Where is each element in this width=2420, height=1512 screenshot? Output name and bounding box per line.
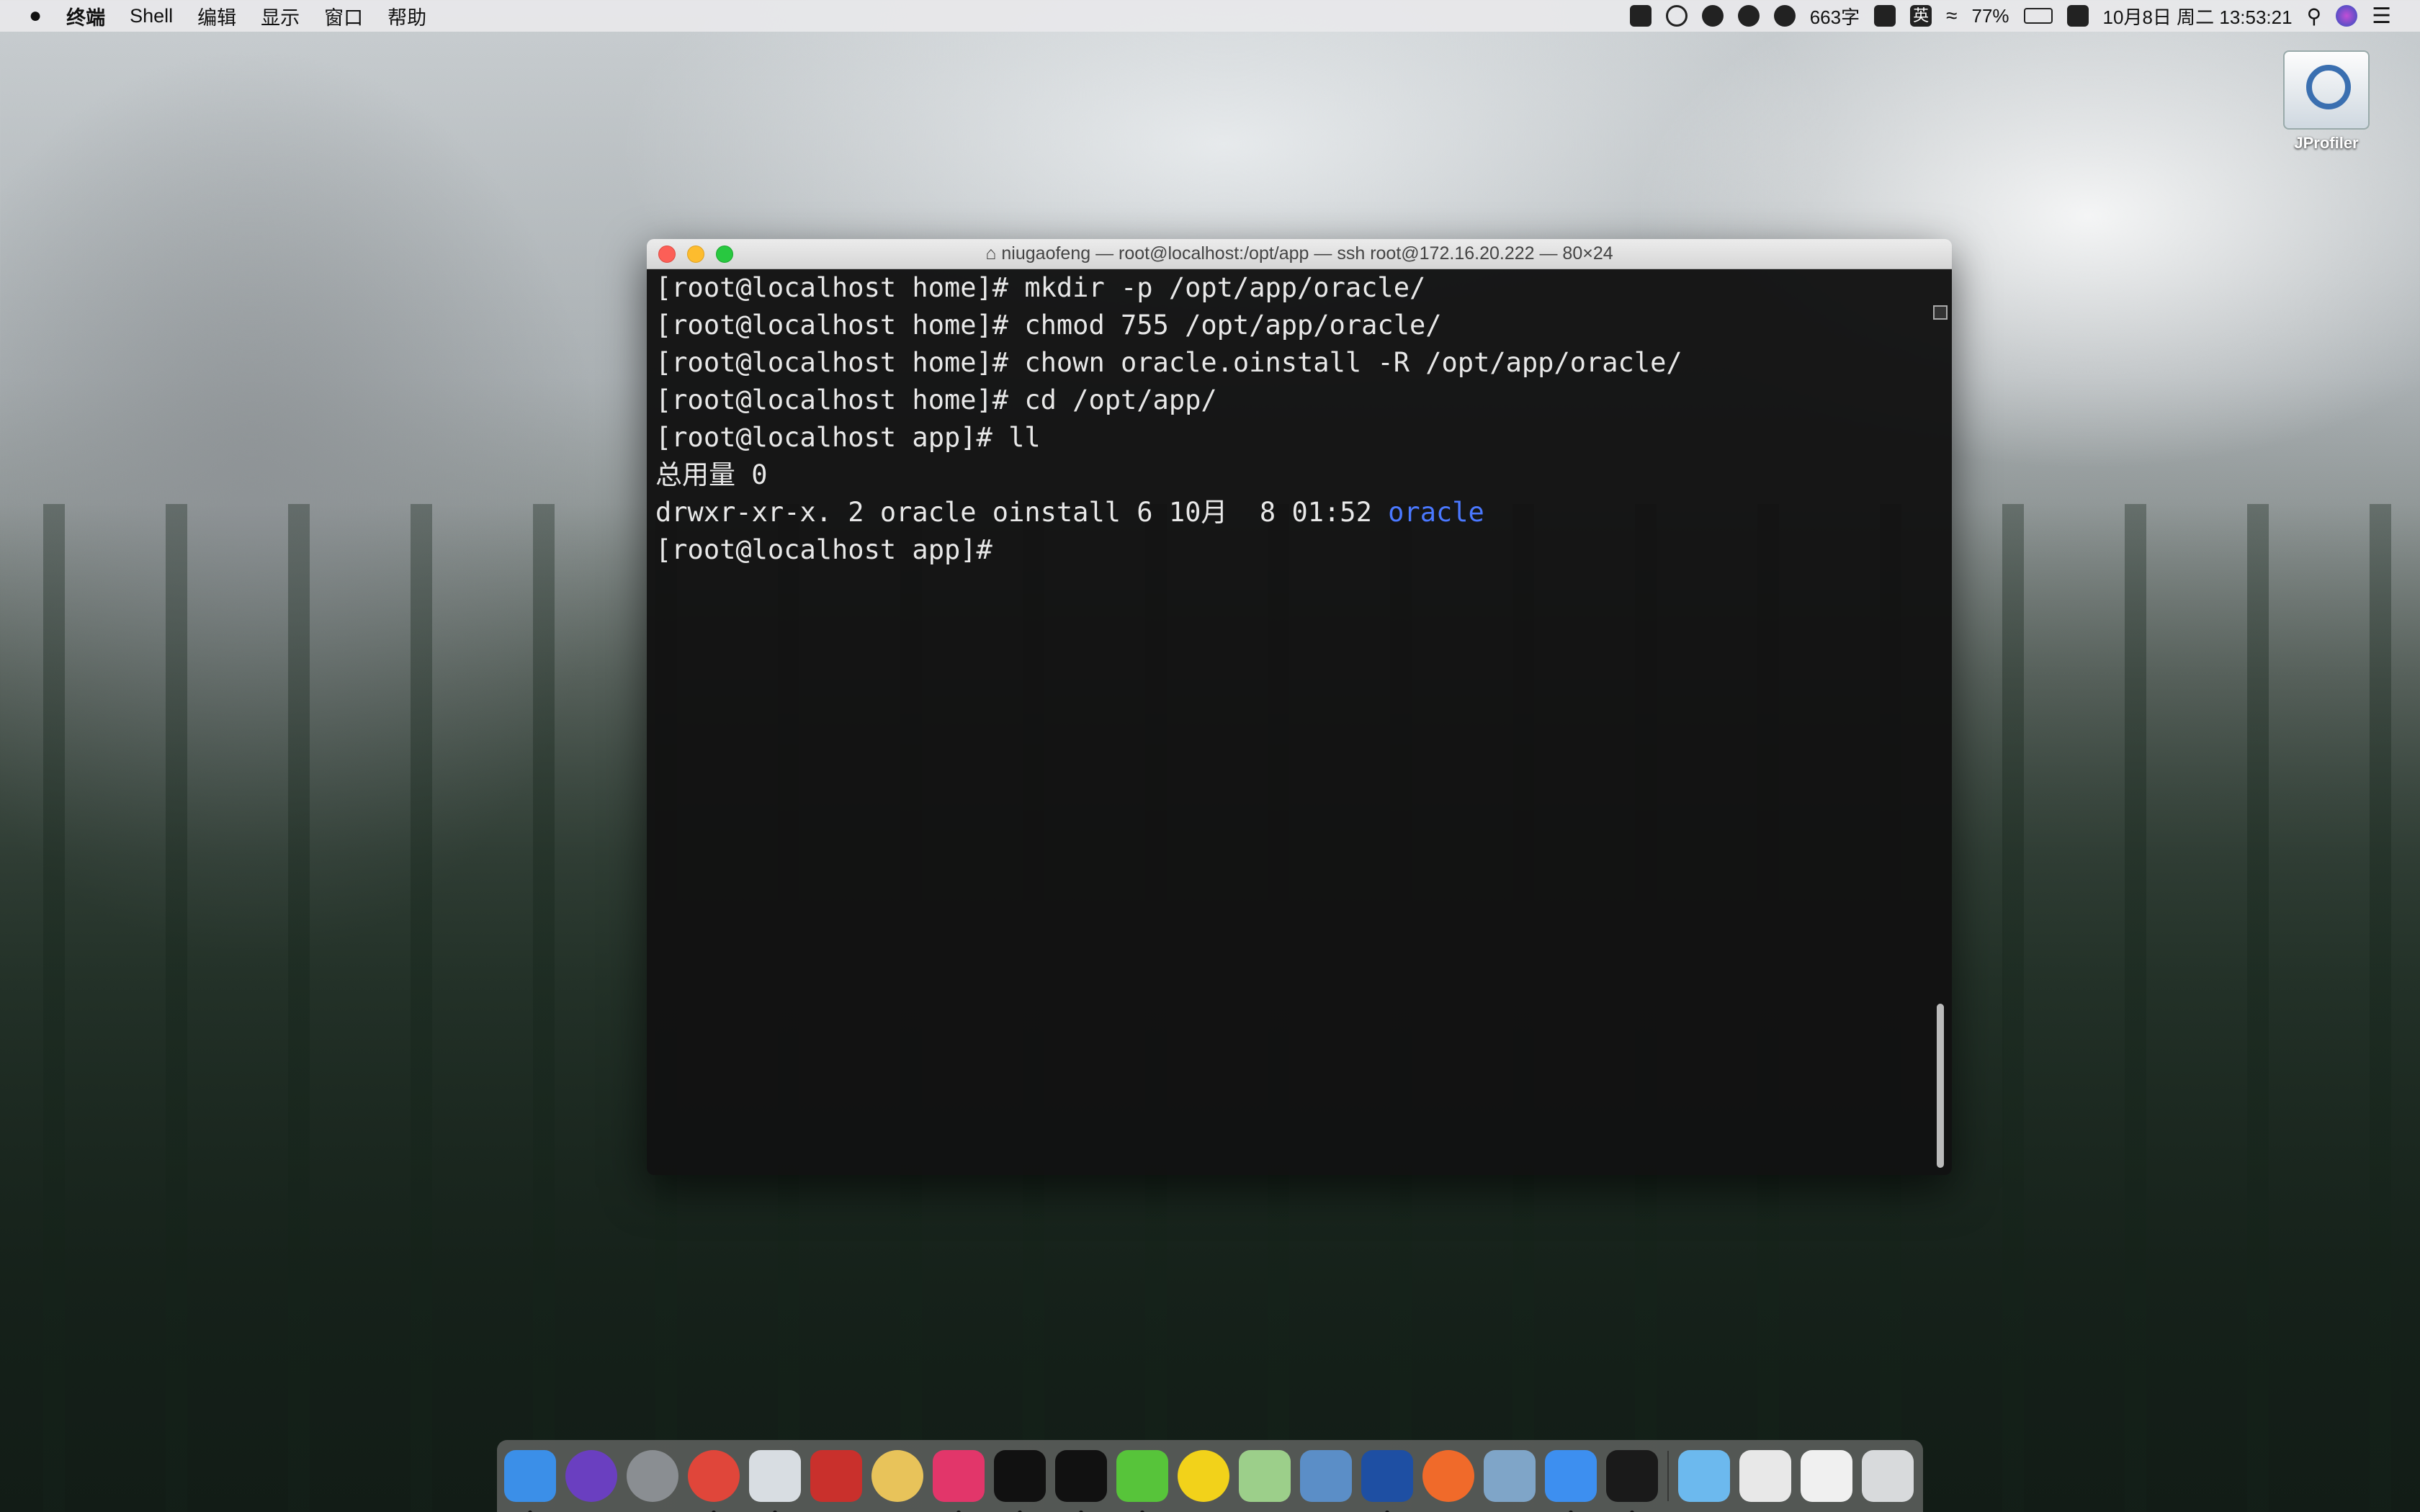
terminal-output[interactable]: [root@localhost home]# mkdir -p /opt/app… [647,269,1952,1175]
window-title-text: niugaofeng — root@localhost:/opt/app — s… [1001,243,1613,264]
terminal-line: [root@localhost home]# chown oracle.oins… [655,347,1682,378]
qq-icon-2[interactable] [1737,5,1760,27]
dock-siri-icon[interactable] [565,1450,617,1502]
siri-icon[interactable] [2336,5,2358,27]
terminal-line: [root@localhost home]# chmod 755 /opt/ap… [655,310,1442,341]
dock-chat-app-icon[interactable] [1361,1450,1413,1512]
dock-trash-icon[interactable] [1862,1450,1914,1502]
dock-chrome-icon[interactable] [688,1450,740,1512]
menu-help[interactable]: 帮助 [387,2,426,30]
dock-wechat-icon[interactable] [1116,1450,1168,1512]
terminal-line-ls: drwxr-xr-x. 2 oracle oinstall 6 10月 8 01… [655,494,1923,531]
app-status-icon[interactable] [1629,5,1652,27]
dock-separator [1667,1451,1669,1501]
dock-maps-icon[interactable] [1239,1450,1291,1502]
battery-percent[interactable]: 77% [1971,5,2009,27]
ls-entry-name: oracle [1388,497,1484,528]
spotlight-search-icon[interactable]: ⚲ [2307,4,2322,28]
wifi-icon[interactable]: ≈ [1946,4,1957,27]
dock-finder-icon[interactable] [504,1450,556,1512]
desktop-icon-label: JProfiler [2294,134,2359,152]
dock-qq-icon[interactable] [994,1450,1046,1512]
dock-remote-desktop-icon[interactable] [1484,1450,1536,1502]
title-bar[interactable]: ⌂ niugaofeng — root@localhost:/opt/app —… [647,239,1952,269]
dock-sequel-icon[interactable] [871,1450,923,1502]
terminal-window[interactable]: ⌂ niugaofeng — root@localhost:/opt/app —… [647,239,1952,1175]
menu-edit[interactable]: 编辑 [197,2,236,30]
clock[interactable]: 10月8日 周二 13:53:21 [2103,3,2293,30]
qq-icon[interactable] [1701,5,1724,27]
dock-mail-stamp-icon[interactable] [1300,1450,1352,1502]
dock-redis-icon[interactable] [810,1450,862,1502]
scrollbar[interactable] [1935,312,1946,1175]
menu-view[interactable]: 显示 [261,2,300,30]
sogou-icon[interactable] [2066,5,2089,27]
terminal-prompt: [root@localhost app]# [655,534,992,565]
dock-qq-2-icon[interactable] [1055,1450,1107,1512]
dock-launchpad-icon[interactable] [627,1450,678,1502]
desktop-icon-jprofiler[interactable]: JProfiler [2280,50,2373,153]
terminal-line: 总用量 0 [655,459,768,490]
menu-window[interactable]: 窗口 [324,2,363,30]
dock-terminal-icon[interactable] [1606,1450,1658,1512]
dock-postman-icon[interactable] [1422,1450,1474,1502]
menu-shell[interactable]: Shell [130,5,173,27]
jprofiler-icon [2283,50,2370,130]
microphone-icon[interactable] [1874,5,1896,27]
dock-qq-music-icon[interactable] [1178,1450,1229,1502]
terminal-line: [root@localhost app]# ll [655,422,1041,453]
dock-notes-app-icon[interactable] [1545,1450,1597,1512]
battery-icon[interactable] [2023,8,2053,24]
chat-bubble-icon[interactable] [1665,5,1688,27]
terminal-line: [root@localhost home]# cd /opt/app/ [655,384,1217,415]
notification-center-icon[interactable]: ☰ [2372,4,2391,29]
home-icon: ⌂ [985,243,1002,264]
dock-window-stack-1-icon[interactable] [1739,1450,1791,1502]
ls-entry-info: drwxr-xr-x. 2 oracle oinstall 6 10月 8 01… [655,497,1389,528]
dock-intellij-icon[interactable] [933,1450,985,1512]
dock-downloads-folder-icon[interactable] [1678,1450,1730,1502]
dock [497,1440,1923,1512]
apple-menu-icon[interactable]: ● [29,4,42,28]
word-count[interactable]: 663字 [1810,3,1860,30]
wechat-icon[interactable] [1773,5,1796,27]
terminal-line: [root@localhost home]# mkdir -p /opt/app… [655,272,1426,303]
window-title: ⌂ niugaofeng — root@localhost:/opt/app —… [647,243,1952,264]
dock-preview-utility-icon[interactable] [749,1450,801,1512]
input-method[interactable]: 英 [1910,5,1932,27]
dock-window-stack-2-icon[interactable] [1801,1450,1852,1502]
scrollbar-thumb[interactable] [1937,1004,1944,1168]
menu-app-name[interactable]: 终端 [66,2,105,30]
menu-bar: ● 终端 Shell 编辑 显示 窗口 帮助 663字 英 ≈ 77% 10月8… [0,0,2420,32]
